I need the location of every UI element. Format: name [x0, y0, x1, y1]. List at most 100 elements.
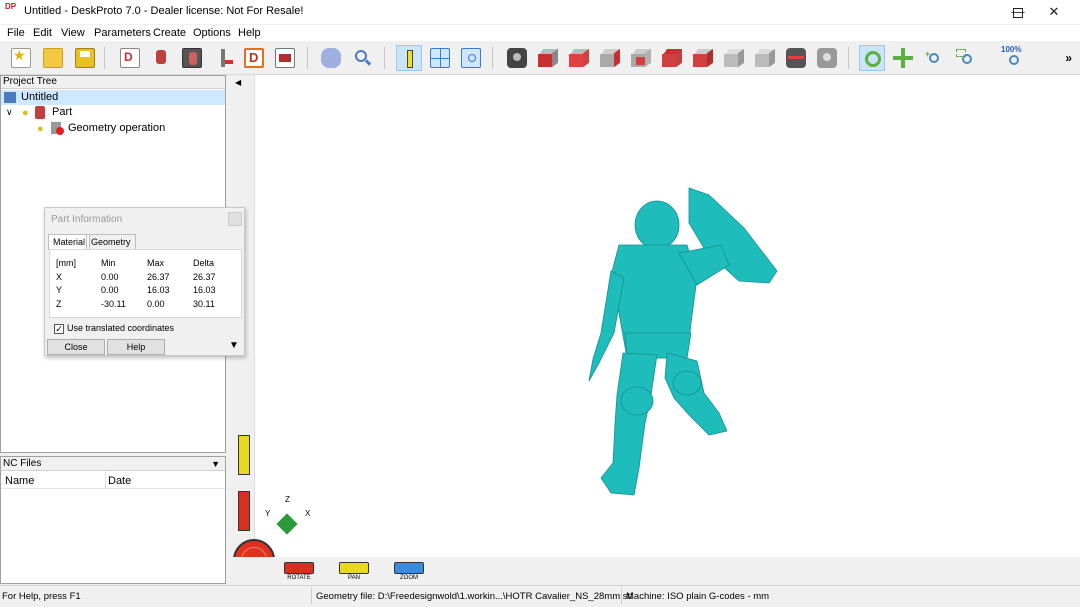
status-geometry-file: Geometry file: D:\Freedesignwold\1.worki…: [316, 591, 633, 602]
menu-file[interactable]: File: [7, 27, 25, 39]
toolbar-overflow-icon[interactable]: »: [1065, 51, 1072, 65]
pan-wheel[interactable]: [339, 562, 369, 574]
dialog-close-icon[interactable]: [228, 212, 242, 226]
open-project-button[interactable]: [40, 45, 66, 71]
tab-material[interactable]: Material: [48, 234, 91, 250]
bulb-icon[interactable]: ●: [37, 122, 44, 137]
open-project-icon: [43, 48, 63, 68]
axis-z-label: Z: [285, 495, 290, 504]
maximize-button[interactable]: [1000, 0, 1036, 24]
rotate-tool-icon: [863, 49, 883, 69]
bulb-icon[interactable]: ●: [22, 106, 29, 121]
view-options-button[interactable]: [458, 45, 484, 71]
row-y-axis: Y: [56, 285, 63, 295]
tree-item-root[interactable]: Untitled: [1, 90, 225, 105]
rotate-tool-button[interactable]: [859, 45, 885, 71]
zoom-wheel[interactable]: [394, 562, 424, 574]
status-help: For Help, press F1: [2, 591, 81, 602]
part-d-button[interactable]: D: [241, 45, 267, 71]
zoom-wheel-label: ZOOM: [400, 575, 418, 581]
title-bar: DP Untitled - DeskProto 7.0 - Dealer lic…: [0, 0, 1080, 24]
3d-viewport[interactable]: ◀ ROTATE PAN ZOOM Z Y X: [229, 75, 1080, 585]
collapse-left-icon[interactable]: ◀: [235, 78, 241, 87]
camera-button[interactable]: [504, 45, 530, 71]
view-back-icon: [569, 48, 590, 68]
view-iso-button[interactable]: [721, 45, 747, 71]
view-left-button[interactable]: [597, 45, 623, 71]
part-transform-button[interactable]: [148, 45, 174, 71]
zoom-window-icon: [955, 48, 975, 68]
model-head: [634, 200, 680, 250]
col-min: Min: [101, 258, 116, 268]
split-view-button[interactable]: [427, 45, 453, 71]
view-iso2-button[interactable]: [752, 45, 778, 71]
part-mirror-button[interactable]: [179, 45, 205, 71]
part-info-button[interactable]: [396, 45, 422, 71]
row-z-delta: 30.11: [193, 299, 215, 309]
menu-bar: File Edit View Parameters Create Options…: [0, 25, 1080, 41]
zoom-tool-icon: +: [924, 48, 944, 68]
camera-next-button[interactable]: [814, 45, 840, 71]
tree-item-part[interactable]: ∨ ● Part: [1, 105, 225, 120]
tab-geometry[interactable]: Geometry: [86, 234, 136, 250]
nc-col-date[interactable]: Date: [108, 475, 131, 487]
new-project-button[interactable]: ★: [8, 45, 34, 71]
nc-col-name[interactable]: Name: [5, 475, 34, 487]
part-import-button[interactable]: D: [117, 45, 143, 71]
part-icon: [35, 106, 45, 119]
part-delete-button[interactable]: [210, 45, 236, 71]
view-front-button[interactable]: [535, 45, 561, 71]
status-machine: Machine: ISO plain G-codes - mm: [626, 591, 770, 602]
row-z-min: -30.11: [101, 299, 126, 309]
status-bar: For Help, press F1 Geometry file: D:\Fre…: [0, 585, 1080, 607]
new-project-icon: ★: [11, 47, 31, 68]
row-x-axis: X: [56, 272, 63, 282]
error-icon: [56, 127, 64, 135]
part-dimensions-table: [mm] Min Max Delta X 0.00 26.37 26.37 Y …: [49, 249, 242, 318]
chevron-down-icon[interactable]: ∨: [6, 105, 13, 120]
part-save-button[interactable]: [272, 45, 298, 71]
camera-prev-button[interactable]: [783, 45, 809, 71]
expand-down-icon[interactable]: ▼: [229, 340, 239, 351]
view-top-button[interactable]: [659, 45, 685, 71]
app-icon: DP: [5, 2, 17, 11]
close-button[interactable]: ✕: [1036, 0, 1072, 24]
3d-model-figure[interactable]: [579, 183, 789, 503]
part-info-dialog: Part Information Material Geometry [mm] …: [44, 207, 245, 356]
menu-parameters[interactable]: Parameters: [94, 27, 151, 39]
part-save-icon: [275, 48, 295, 68]
use-translated-checkbox[interactable]: ✓: [54, 324, 64, 334]
dialog-help-button[interactable]: Help: [107, 339, 165, 355]
dialog-close-button[interactable]: Close: [47, 339, 105, 355]
zoom-window-button[interactable]: [952, 45, 978, 71]
view-bottom-button[interactable]: [690, 45, 716, 71]
save-project-button[interactable]: [72, 45, 98, 71]
row-z-axis: Z: [56, 299, 62, 309]
shaded-view-button[interactable]: [318, 45, 344, 71]
zoom-100-button[interactable]: 100%: [1000, 45, 1026, 71]
menu-edit[interactable]: Edit: [33, 27, 52, 39]
menu-create[interactable]: Create: [153, 27, 186, 39]
pan-vertical-wheel[interactable]: [238, 435, 250, 475]
rotate-wheel[interactable]: [284, 562, 314, 574]
pan-tool-button[interactable]: [890, 45, 916, 71]
inspect-button[interactable]: [349, 45, 375, 71]
part-info-icon: [400, 49, 420, 69]
row-y-delta: 16.03: [193, 285, 216, 295]
row-y-min: 0.00: [101, 285, 119, 295]
part-delete-icon: [213, 48, 233, 68]
rotate-vertical-wheel[interactable]: [238, 491, 250, 531]
menu-view[interactable]: View: [61, 27, 85, 39]
tree-item-operation[interactable]: ● Geometry operation: [1, 121, 225, 136]
view-top-icon: [662, 48, 683, 68]
dropdown-icon[interactable]: ▼: [211, 457, 220, 471]
view-left-icon: [600, 48, 621, 68]
view-iso-icon: [724, 48, 745, 68]
view-right-button[interactable]: [628, 45, 654, 71]
part-import-icon: D: [120, 48, 140, 68]
view-back-button[interactable]: [566, 45, 592, 71]
part-mirror-icon: [182, 48, 202, 68]
menu-options[interactable]: Options: [193, 27, 231, 39]
menu-help[interactable]: Help: [238, 27, 261, 39]
zoom-tool-button[interactable]: +: [921, 45, 947, 71]
